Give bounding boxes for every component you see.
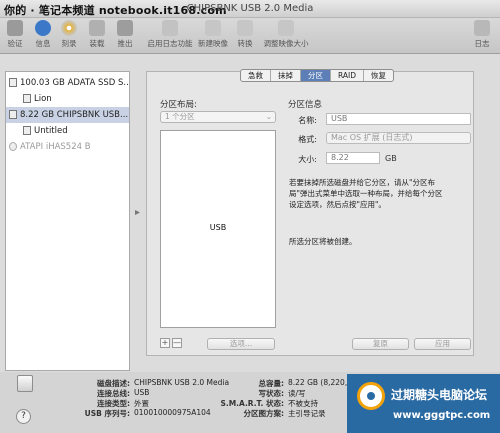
format-select[interactable]: Mac OS 扩展 (日志式) xyxy=(326,132,471,144)
info-button[interactable]: 信息 xyxy=(34,20,52,49)
tab-bar: 急救 抹掉 分区 RAID 恢复 xyxy=(240,69,395,82)
size-field[interactable]: 8.22 xyxy=(326,152,380,164)
revert-button[interactable]: 复原 xyxy=(352,338,409,350)
usb-serial-label: USB 序列号: xyxy=(84,409,130,418)
partition-scheme-value: 主引导记录 xyxy=(288,409,326,418)
name-field[interactable]: USB xyxy=(326,113,471,125)
sidebar-item-optical-drive[interactable]: ATAPI iHAS524 B xyxy=(6,139,129,155)
eject-icon xyxy=(117,20,133,36)
add-partition-button[interactable]: + xyxy=(160,338,170,348)
new-image-icon xyxy=(205,20,221,36)
volume-icon xyxy=(23,126,31,135)
toolbar: 验证 信息 刻录 装载 推出 启用日志功能 新建映像 转换 调整映像大小 日志 xyxy=(0,18,500,54)
partition-layout-select[interactable]: 1 个分区 ⌄ xyxy=(160,111,276,123)
enable-journaling-button[interactable]: 启用日志功能 xyxy=(146,20,194,49)
tab-partition[interactable]: 分区 xyxy=(301,70,331,81)
resize-image-icon xyxy=(278,20,294,36)
apply-button[interactable]: 应用 xyxy=(414,338,471,350)
sidebar-item-untitled[interactable]: Untitled xyxy=(6,123,129,139)
forum-url: www.gggtpc.com xyxy=(393,410,491,421)
partition-map[interactable]: USB xyxy=(160,130,276,328)
journal-icon xyxy=(162,20,178,36)
tab-raid[interactable]: RAID xyxy=(331,70,365,81)
volume-icon xyxy=(23,94,31,103)
title-bar: 你的 · 笔记本频道 notebook.it168.com CHIPSBNK U… xyxy=(0,0,500,18)
remove-partition-button[interactable]: — xyxy=(172,338,182,348)
size-unit: GB xyxy=(385,154,397,163)
log-button[interactable]: 日志 xyxy=(472,20,492,49)
usb-disk-icon xyxy=(9,110,17,119)
convert-button[interactable]: 转换 xyxy=(236,20,254,49)
forum-logo: 过期糖头电脑论坛 www.gggtpc.com xyxy=(347,374,500,433)
new-image-button[interactable]: 新建映像 xyxy=(198,20,228,49)
log-icon xyxy=(474,20,490,36)
sidebar: 100.03 GB ADATA SSD S... Lion 8.22 GB CH… xyxy=(5,71,130,371)
size-label: 大小: xyxy=(298,155,317,164)
connection-bus-value: USB xyxy=(134,388,150,397)
partition-help-text: 若要抹掉所选磁盘并给它分区，请从"分区布局"弹出式菜单中选取一种布局，并给每个分… xyxy=(289,178,443,209)
mount-button[interactable]: 装载 xyxy=(88,20,106,49)
sidebar-item-lion[interactable]: Lion xyxy=(6,91,129,107)
partition-info-label: 分区信息 xyxy=(288,100,323,110)
splitter-handle[interactable] xyxy=(135,210,140,215)
eject-button[interactable]: 推出 xyxy=(116,20,134,49)
forum-logo-icon xyxy=(357,382,385,410)
mount-icon xyxy=(89,20,105,36)
sidebar-item-chipsbnk-usb[interactable]: 8.22 GB CHIPSBNK USB... xyxy=(6,107,129,123)
partition-scheme-label: 分区图方案: xyxy=(243,409,285,418)
disk-icon xyxy=(9,78,17,87)
convert-icon xyxy=(237,20,253,36)
help-button[interactable]: ? xyxy=(16,409,31,424)
tab-erase[interactable]: 抹掉 xyxy=(271,70,301,81)
tab-first-aid[interactable]: 急救 xyxy=(241,70,271,81)
partition-name: USB xyxy=(209,223,227,232)
resize-image-button[interactable]: 调整映像大小 xyxy=(262,20,310,49)
sidebar-item-adata-ssd[interactable]: 100.03 GB ADATA SSD S... xyxy=(6,75,129,91)
info-icon xyxy=(35,20,51,36)
microscope-icon xyxy=(7,20,23,36)
forum-name: 过期糖头电脑论坛 xyxy=(391,388,488,402)
verify-button[interactable]: 验证 xyxy=(6,20,24,49)
partition-status-text: 所选分区将被创建。 xyxy=(289,237,357,246)
tab-restore[interactable]: 恢复 xyxy=(364,70,393,81)
burn-button[interactable]: 刻录 xyxy=(60,20,78,49)
options-button[interactable]: 选项... xyxy=(207,338,275,350)
partition-layout-label: 分区布局: xyxy=(160,100,197,110)
optical-drive-icon xyxy=(9,142,17,151)
format-label: 格式: xyxy=(298,135,317,144)
usb-drive-icon xyxy=(17,375,33,392)
name-label: 名称: xyxy=(298,116,317,125)
window-title: CHIPSBNK USB 2.0 Media xyxy=(186,3,314,14)
burn-icon xyxy=(61,20,77,36)
